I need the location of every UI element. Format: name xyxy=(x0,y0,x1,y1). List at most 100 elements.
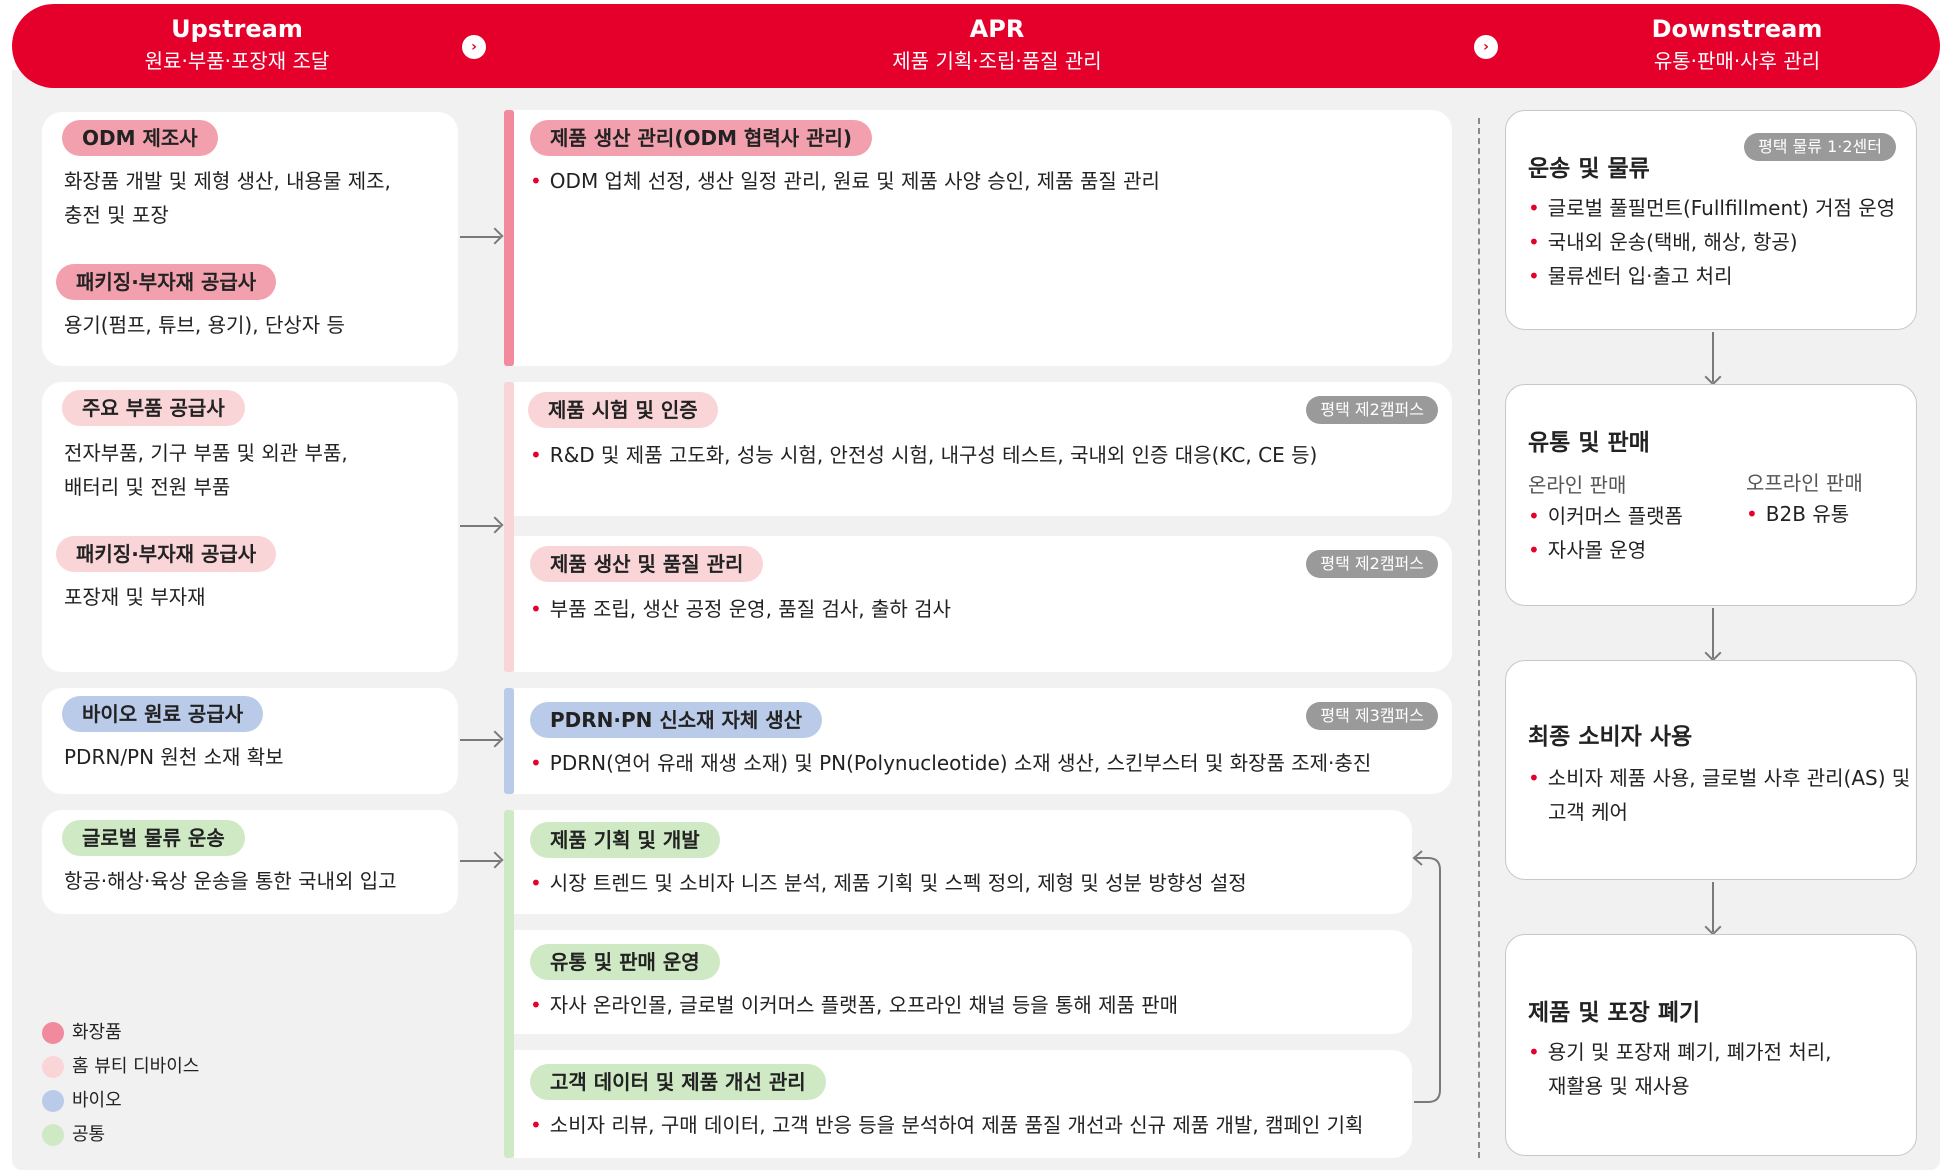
bullet-dot-icon: • xyxy=(1528,538,1540,562)
downstream-card-consumer-use: 최종 소비자 사용 • 소비자 제품 사용, 글로벌 사후 관리(AS) 및 고객… xyxy=(1505,660,1917,880)
packaging-supplier-pill: 패키징·부자재 공급사 xyxy=(56,264,277,300)
bullet-dot-icon: • xyxy=(1528,230,1540,254)
apr-card-odm-management: 제품 생산 관리(ODM 협력사 관리) • ODM 업체 선정, 생산 일정 관… xyxy=(514,110,1452,366)
packaging-desc: 포장재 및 부자재 xyxy=(64,585,206,609)
common-category-bar xyxy=(504,810,514,1158)
arrow-down-icon xyxy=(1712,882,1714,932)
apr-card-customer-data: 고객 데이터 및 제품 개선 관리 • 소비자 리뷰, 구매 데이터, 고객 반응… xyxy=(514,1050,1412,1158)
packaging-supplier-pill: 패키징·부자재 공급사 xyxy=(56,536,277,572)
parts-desc-line1: 전자부품, 기구 부품 및 외관 부품, xyxy=(64,441,348,465)
odm-desc-line1: 화장품 개발 및 제형 생산, 내용물 제조, xyxy=(64,169,391,193)
downstream-header: Downstream 유통·판매·사후 관리 xyxy=(1572,14,1902,76)
testing-certification-pill: 제품 시험 및 인증 xyxy=(528,392,718,428)
apr-card-production-quality: 제품 생산 및 품질 관리 평택 제2캠퍼스 • 부품 조립, 생산 공정 운영,… xyxy=(514,536,1452,672)
legend-swatch xyxy=(42,1022,64,1044)
apr-header: APR 제품 기획·조립·품질 관리 xyxy=(832,14,1162,76)
list-item: • 글로벌 풀필먼트(Fullfillment) 거점 운영 xyxy=(1528,196,1896,220)
bio-supplier-pill: 바이오 원료 공급사 xyxy=(62,696,264,732)
bio-category-bar xyxy=(504,688,514,794)
legend-swatch xyxy=(42,1056,64,1078)
packaging-desc: 용기(펌프, 튜브, 용기), 단상자 등 xyxy=(64,313,345,337)
parts-supplier-pill: 주요 부품 공급사 xyxy=(62,390,245,426)
arrow-right-icon xyxy=(460,860,500,862)
downstream-title: Downstream xyxy=(1651,15,1823,43)
list-item: • 시장 트렌드 및 소비자 니즈 분석, 제품 기획 및 스펙 정의, 제형 및… xyxy=(530,871,1247,895)
global-logistics-desc: 항공·해상·육상 운송을 통한 국내외 입고 xyxy=(64,869,397,893)
arrow-right-icon xyxy=(460,525,500,527)
list-item: • 자사 온라인몰, 글로벌 이커머스 플랫폼, 오프라인 채널 등을 통해 제품… xyxy=(530,993,1179,1017)
apr-title: APR xyxy=(969,15,1025,43)
bullet-dot-icon: • xyxy=(530,443,542,467)
bullet-dot-icon: • xyxy=(1528,196,1540,220)
logistics-title: 운송 및 물류 xyxy=(1528,156,1650,182)
arrow-right-icon xyxy=(460,739,500,741)
list-item: • ODM 업체 선정, 생산 일정 관리, 원료 및 제품 사양 승인, 제품 … xyxy=(530,169,1160,193)
list-item: • PDRN(연어 유래 재생 소재) 및 PN(Polynucleotide) … xyxy=(530,751,1372,775)
list-item: • 소비자 제품 사용, 글로벌 사후 관리(AS) 및 xyxy=(1528,766,1911,790)
cosmetics-category-bar xyxy=(504,110,514,366)
upstream-subtitle: 원료·부품·포장재 조달 xyxy=(144,49,330,73)
bullet-dot-icon: • xyxy=(1528,504,1540,528)
arrow-right-icon xyxy=(460,236,500,238)
bullet-dot-icon: • xyxy=(530,871,542,895)
list-item: • R&D 및 제품 고도화, 성능 시험, 안전성 시험, 내구성 테스트, 국… xyxy=(530,443,1318,467)
apr-subtitle: 제품 기획·조립·품질 관리 xyxy=(892,49,1102,73)
offline-sales-label: 오프라인 판매 xyxy=(1746,471,1863,495)
list-item: • 국내외 운송(택배, 해상, 항공) xyxy=(1528,230,1798,254)
apr-card-pdrn-production: PDRN·PN 신소재 자체 생산 평택 제3캠퍼스 • PDRN(연어 유래 재… xyxy=(514,688,1452,794)
legend-swatch xyxy=(42,1124,64,1146)
section-divider xyxy=(1478,118,1480,1158)
consumer-use-title: 최종 소비자 사용 xyxy=(1528,724,1693,750)
list-item: • 용기 및 포장재 폐기, 폐가전 처리, xyxy=(1528,1040,1832,1064)
list-item-continuation: 고객 케어 xyxy=(1548,800,1628,824)
list-item: • 부품 조립, 생산 공정 운영, 품질 검사, 출하 검사 xyxy=(530,597,951,621)
bullet-dot-icon: • xyxy=(530,993,542,1017)
planning-development-pill: 제품 기획 및 개발 xyxy=(530,822,720,858)
location-badge: 평택 제2캠퍼스 xyxy=(1306,550,1438,578)
bullet-dot-icon: • xyxy=(1528,264,1540,288)
bullet-dot-icon: • xyxy=(530,1113,542,1137)
location-badge: 평택 제3캠퍼스 xyxy=(1306,702,1438,730)
production-quality-pill: 제품 생산 및 품질 관리 xyxy=(530,546,764,582)
upstream-title: Upstream xyxy=(171,15,303,43)
list-item-continuation: 재활용 및 재사용 xyxy=(1548,1074,1690,1098)
upstream-header: Upstream 원료·부품·포장재 조달 xyxy=(72,14,402,76)
upstream-card-cosmetics: ODM 제조사 화장품 개발 및 제형 생산, 내용물 제조, 충전 및 포장 … xyxy=(42,112,458,366)
location-badge: 평택 제2캠퍼스 xyxy=(1306,396,1438,424)
legend-swatch xyxy=(42,1090,64,1112)
odm-manufacturer-pill: ODM 제조사 xyxy=(62,120,218,156)
odm-desc-line2: 충전 및 포장 xyxy=(64,203,169,227)
list-item: • 이커머스 플랫폼 xyxy=(1528,504,1683,528)
sales-operation-pill: 유통 및 판매 운영 xyxy=(530,944,720,980)
arrow-down-icon xyxy=(1712,608,1714,658)
chevron-right-icon: › xyxy=(1474,35,1498,59)
customer-data-pill: 고객 데이터 및 제품 개선 관리 xyxy=(530,1064,826,1100)
value-chain-header: Upstream 원료·부품·포장재 조달 › APR 제품 기획·조립·품질 … xyxy=(12,4,1940,88)
list-item: • 자사몰 운영 xyxy=(1528,538,1647,562)
apr-card-sales-operation: 유통 및 판매 운영 • 자사 온라인몰, 글로벌 이커머스 플랫폼, 오프라인 … xyxy=(514,930,1412,1034)
bullet-dot-icon: • xyxy=(530,597,542,621)
parts-desc-line2: 배터리 및 전원 부품 xyxy=(64,475,231,499)
bullet-dot-icon: • xyxy=(1528,1040,1540,1064)
downstream-card-logistics: 평택 물류 1·2센터 운송 및 물류 • 글로벌 풀필먼트(Fullfillme… xyxy=(1505,110,1917,330)
bullet-dot-icon: • xyxy=(530,169,542,193)
list-item: • B2B 유통 xyxy=(1746,502,1850,526)
bullet-dot-icon: • xyxy=(1746,502,1758,526)
feedback-loop-arrow-icon xyxy=(1412,850,1441,1103)
production-management-pill: 제품 생산 관리(ODM 협력사 관리) xyxy=(530,120,873,156)
arrow-down-icon xyxy=(1712,332,1714,382)
upstream-card-common: 글로벌 물류 운송 항공·해상·육상 운송을 통한 국내외 입고 xyxy=(42,810,458,914)
location-badge: 평택 물류 1·2센터 xyxy=(1744,133,1896,161)
upstream-card-bio: 바이오 원료 공급사 PDRN/PN 원천 소재 확보 xyxy=(42,688,458,794)
apr-card-planning-development: 제품 기획 및 개발 • 시장 트렌드 및 소비자 니즈 분석, 제품 기획 및 … xyxy=(514,810,1412,914)
bullet-dot-icon: • xyxy=(1528,766,1540,790)
online-sales-label: 온라인 판매 xyxy=(1528,473,1627,497)
downstream-card-disposal: 제품 및 포장 폐기 • 용기 및 포장재 폐기, 폐가전 처리, 재활용 및 재… xyxy=(1505,934,1917,1156)
downstream-card-distribution: 유통 및 판매 온라인 판매 오프라인 판매 • 이커머스 플랫폼 • 자사몰 운영… xyxy=(1505,384,1917,606)
home-beauty-category-bar xyxy=(504,382,514,672)
apr-card-testing-certification: 제품 시험 및 인증 평택 제2캠퍼스 • R&D 및 제품 고도화, 성능 시험… xyxy=(514,382,1452,516)
list-item: • 물류센터 입·출고 처리 xyxy=(1528,264,1733,288)
disposal-title: 제품 및 포장 폐기 xyxy=(1528,1000,1701,1026)
chevron-right-icon: › xyxy=(462,35,486,59)
global-logistics-pill: 글로벌 물류 운송 xyxy=(62,820,245,856)
